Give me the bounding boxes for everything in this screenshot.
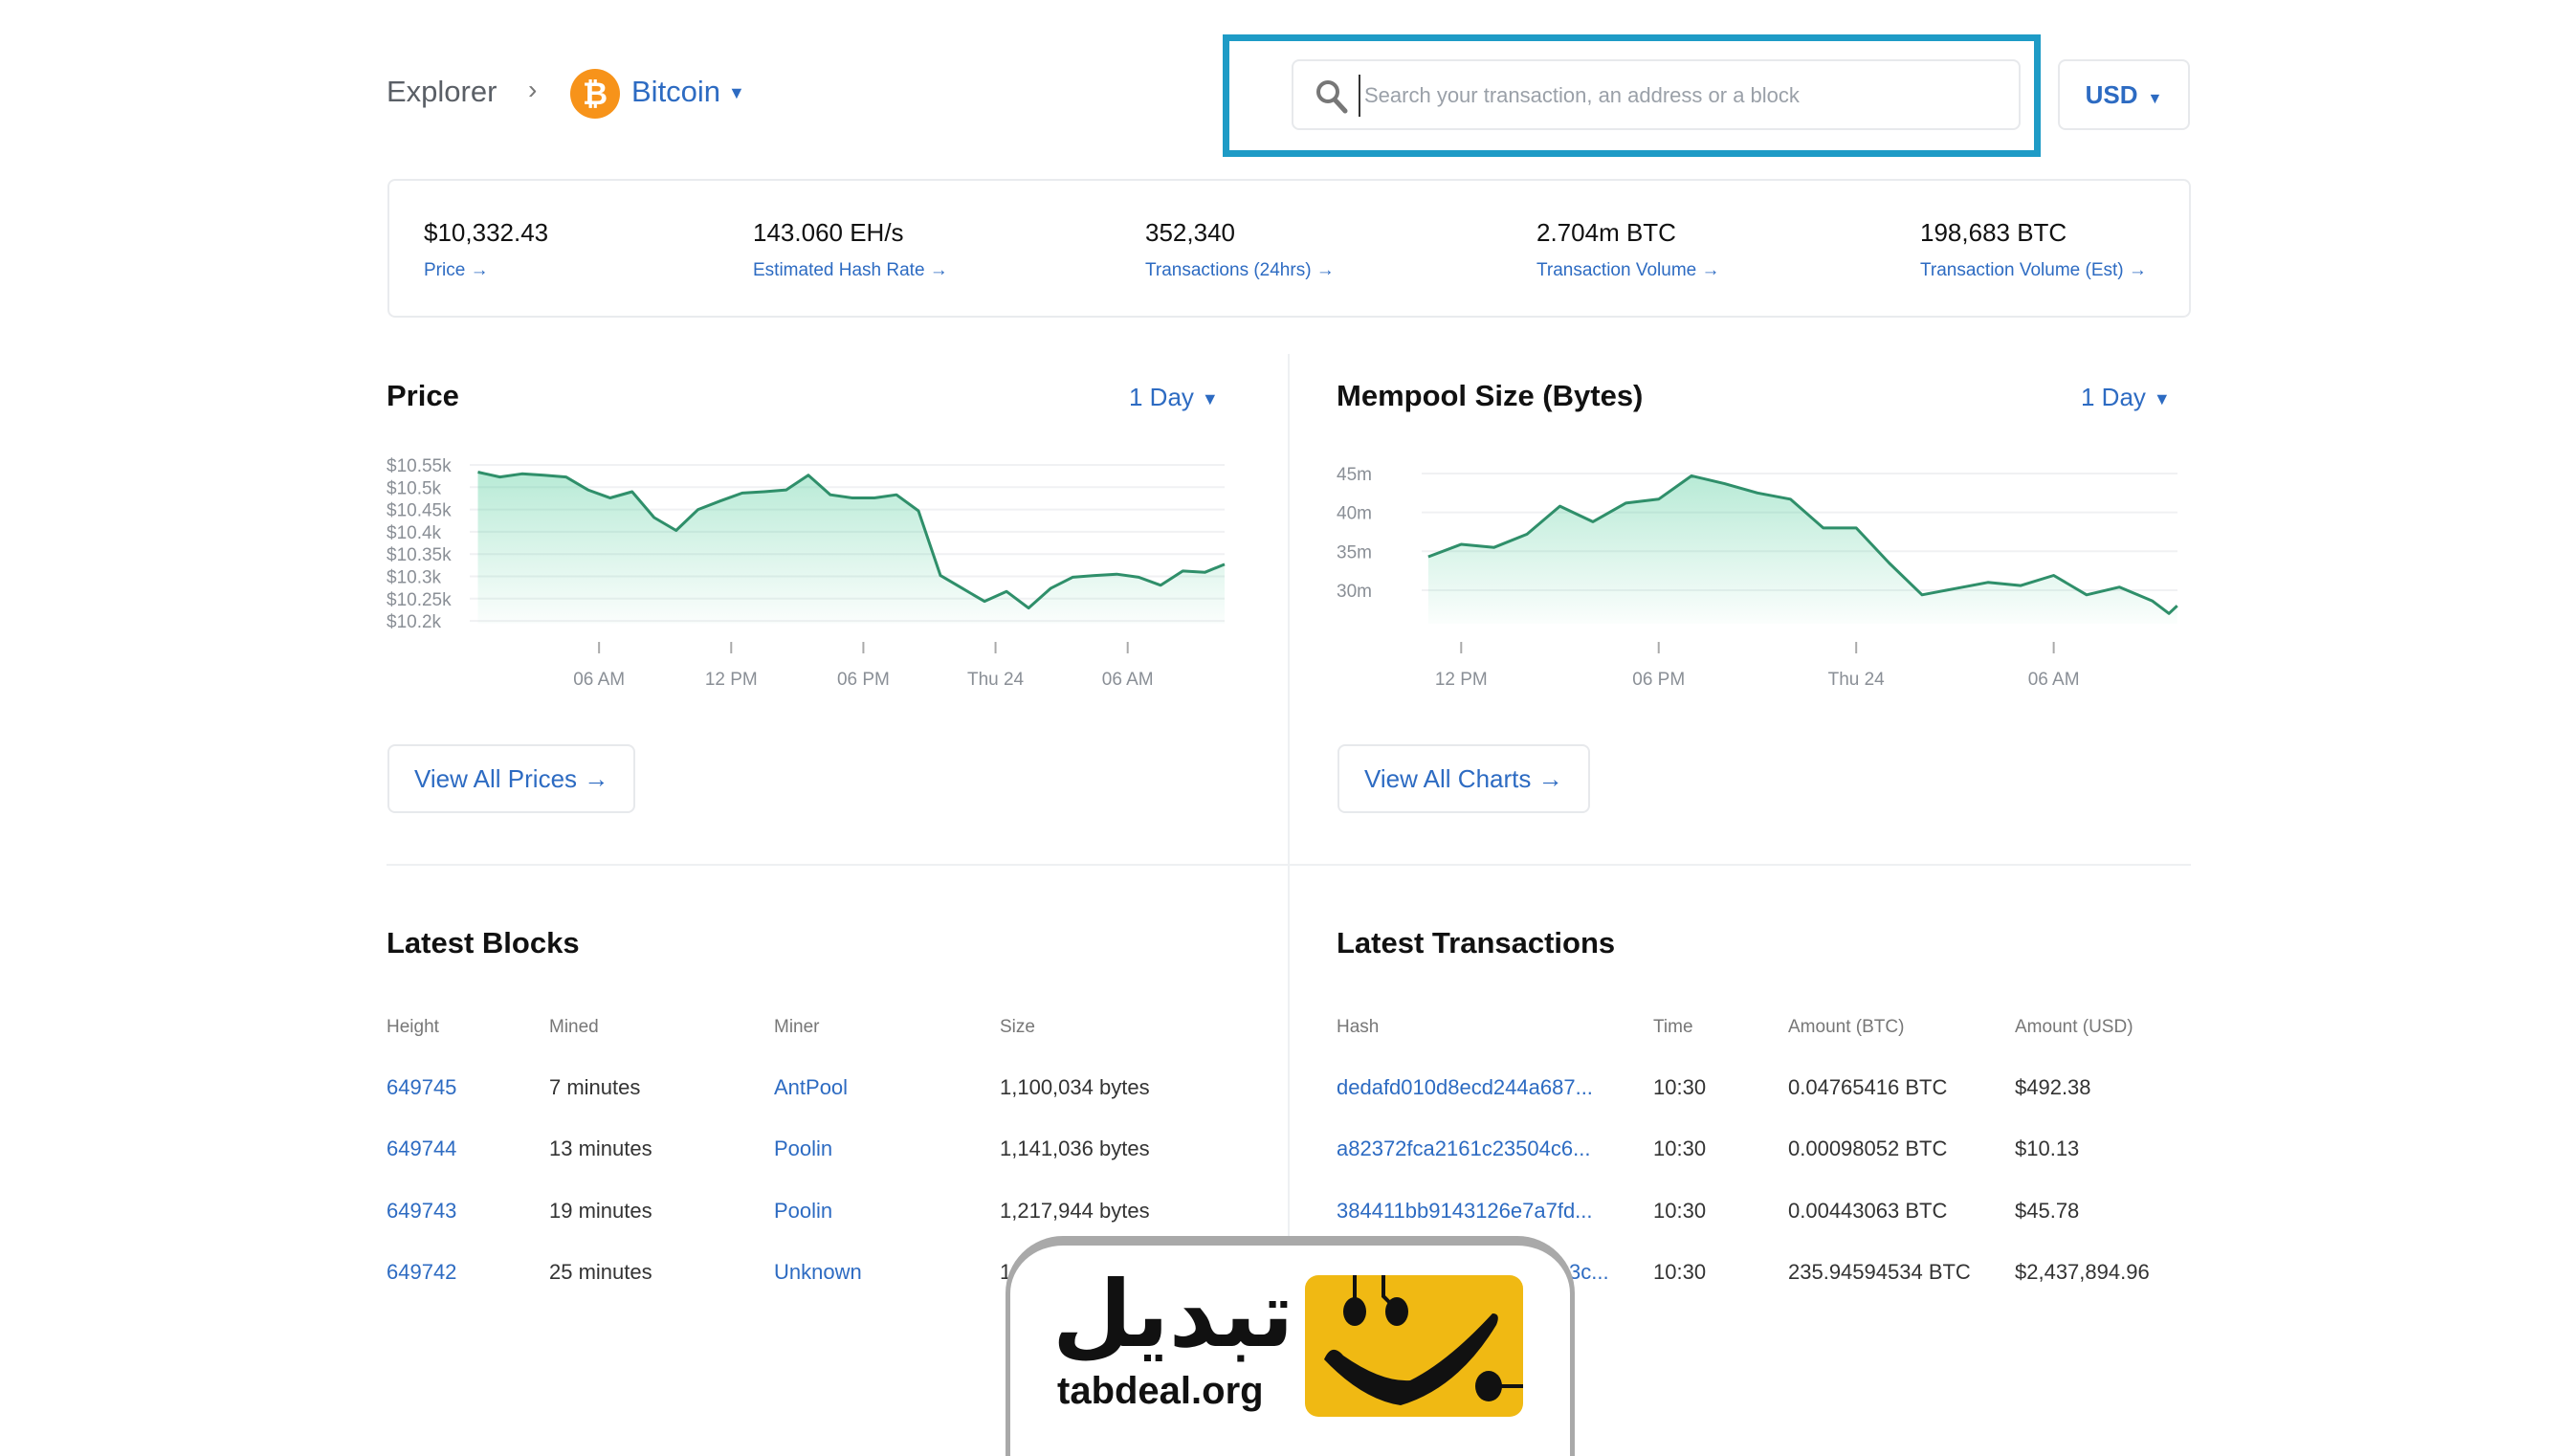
y-tick-label: 35m bbox=[1337, 542, 1372, 563]
latest-transactions-title: Latest Transactions bbox=[1337, 926, 1615, 960]
transaction-amount-btc: 0.00443063 BTC bbox=[1788, 1199, 1947, 1224]
block-size: 1,217,944 bytes bbox=[1000, 1199, 1150, 1224]
y-tick-label: 30m bbox=[1337, 582, 1372, 602]
y-tick-label: $10.3k bbox=[387, 568, 442, 588]
y-tick-label: $10.45k bbox=[387, 501, 452, 521]
view-all-prices-button[interactable]: View All Prices → bbox=[387, 744, 635, 813]
block-miner-link[interactable]: Unknown bbox=[774, 1260, 862, 1285]
transaction-time: 10:30 bbox=[1653, 1136, 1706, 1161]
section-divider bbox=[387, 864, 2191, 866]
x-tick-label: 06 PM bbox=[837, 670, 890, 690]
transaction-amount-btc: 235.94594534 BTC bbox=[1788, 1260, 1971, 1285]
block-mined: 25 minutes bbox=[549, 1260, 652, 1285]
blocks-column-header: Size bbox=[1000, 1017, 1035, 1038]
y-tick-label: $10.2k bbox=[387, 612, 442, 632]
block-height-link[interactable]: 649742 bbox=[387, 1260, 456, 1285]
blocks-column-header: Mined bbox=[549, 1017, 599, 1038]
y-tick-label: 45m bbox=[1337, 465, 1372, 485]
transaction-amount-usd: $10.13 bbox=[2015, 1136, 2079, 1161]
x-tick-label: Thu 24 bbox=[1828, 670, 1886, 690]
transaction-amount-usd: $492.38 bbox=[2015, 1075, 2091, 1100]
block-miner-link[interactable]: Poolin bbox=[774, 1136, 832, 1161]
y-tick-label: $10.35k bbox=[387, 545, 452, 565]
block-miner-link[interactable]: AntPool bbox=[774, 1075, 848, 1100]
transaction-amount-btc: 0.00098052 BTC bbox=[1788, 1136, 1947, 1161]
block-mined: 19 minutes bbox=[549, 1199, 652, 1224]
x-tick-label: 06 AM bbox=[1102, 670, 1154, 690]
transaction-time: 10:30 bbox=[1653, 1260, 1706, 1285]
y-tick-label: $10.4k bbox=[387, 523, 442, 543]
transaction-hash-link[interactable]: a82372fca2161c23504c6... bbox=[1337, 1136, 1590, 1161]
latest-blocks-title: Latest Blocks bbox=[387, 926, 580, 960]
watermark-logo-latin: tabdeal.org bbox=[1057, 1370, 1264, 1413]
y-tick-label: $10.25k bbox=[387, 590, 452, 610]
view-all-charts-button[interactable]: View All Charts → bbox=[1337, 744, 1590, 813]
transaction-hash-link[interactable]: 384411bb9143126e7a7fd... bbox=[1337, 1199, 1593, 1224]
x-tick-label: Thu 24 bbox=[967, 670, 1025, 690]
y-tick-label: 40m bbox=[1337, 504, 1372, 524]
block-height-link[interactable]: 649744 bbox=[387, 1136, 456, 1161]
x-tick-label: 12 PM bbox=[1435, 670, 1488, 690]
block-size: 1,100,034 bytes bbox=[1000, 1075, 1150, 1100]
transaction-time: 10:30 bbox=[1653, 1075, 1706, 1100]
transaction-amount-btc: 0.04765416 BTC bbox=[1788, 1075, 1947, 1100]
transaction-amount-usd: $2,437,894.96 bbox=[2015, 1260, 2150, 1285]
x-tick-label: 12 PM bbox=[705, 670, 758, 690]
transactions-column-header: Time bbox=[1653, 1017, 1693, 1038]
series-area bbox=[478, 473, 1226, 625]
charts-layer: $10.55k$10.5k$10.45k$10.4k$10.35k$10.3k$… bbox=[0, 0, 2564, 727]
transaction-time: 10:30 bbox=[1653, 1199, 1706, 1224]
x-tick-label: 06 PM bbox=[1632, 670, 1685, 690]
x-tick-label: 06 AM bbox=[573, 670, 625, 690]
transactions-column-header: Hash bbox=[1337, 1017, 1379, 1038]
blocks-column-header: Miner bbox=[774, 1017, 820, 1038]
tabdeal-logo-icon bbox=[1305, 1275, 1523, 1417]
x-tick-label: 06 AM bbox=[2028, 670, 2080, 690]
transaction-hash-link[interactable]: 3c... bbox=[1569, 1260, 1609, 1285]
watermark-logo-arabic: تبدیل bbox=[1052, 1261, 1293, 1368]
transactions-column-header: Amount (BTC) bbox=[1788, 1017, 1904, 1038]
transaction-hash-link[interactable]: dedafd010d8ecd244a687... bbox=[1337, 1075, 1593, 1100]
block-mined: 7 minutes bbox=[549, 1075, 640, 1100]
block-height-link[interactable]: 649745 bbox=[387, 1075, 456, 1100]
y-tick-label: $10.55k bbox=[387, 456, 452, 476]
blocks-column-header: Height bbox=[387, 1017, 439, 1038]
block-mined: 13 minutes bbox=[549, 1136, 652, 1161]
block-size: 1,141,036 bytes bbox=[1000, 1136, 1150, 1161]
block-height-link[interactable]: 649743 bbox=[387, 1199, 456, 1224]
transactions-column-header: Amount (USD) bbox=[2015, 1017, 2133, 1038]
block-miner-link[interactable]: Poolin bbox=[774, 1199, 832, 1224]
transaction-amount-usd: $45.78 bbox=[2015, 1199, 2079, 1224]
series-area bbox=[1428, 475, 2177, 624]
y-tick-label: $10.5k bbox=[387, 478, 442, 498]
column-divider bbox=[1288, 354, 1290, 1282]
